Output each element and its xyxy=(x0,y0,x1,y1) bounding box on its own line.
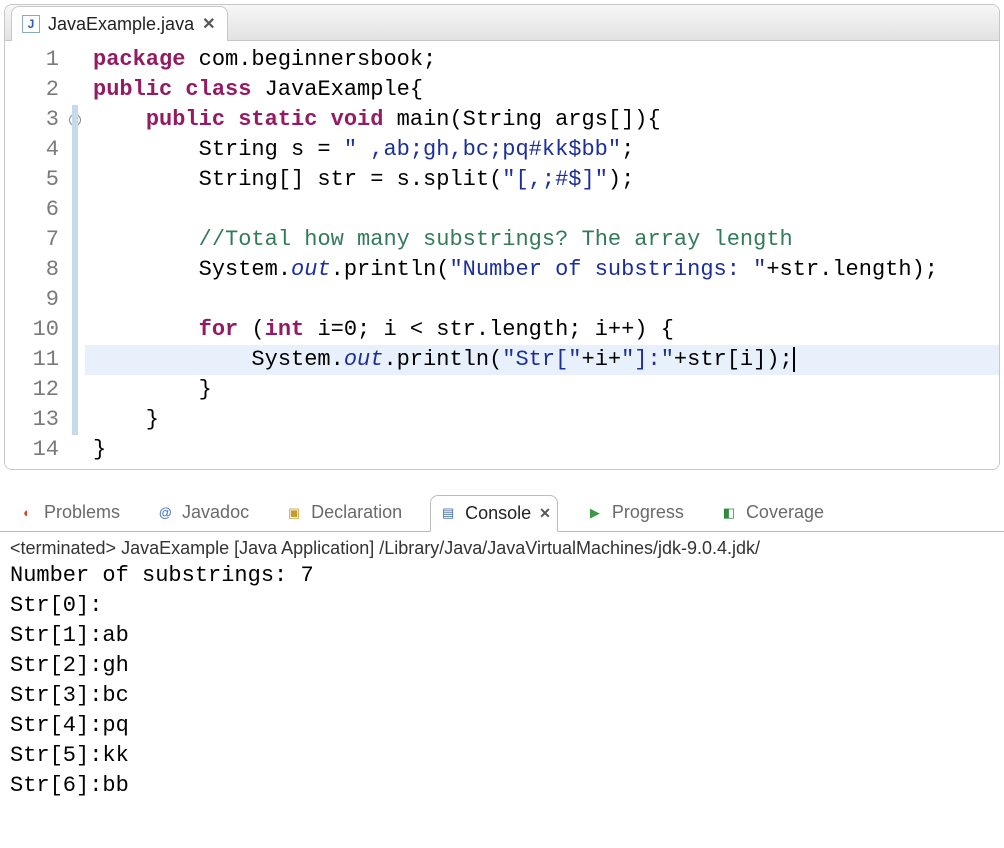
tab-console[interactable]: ▤ Console ✕ xyxy=(430,495,558,532)
code-line[interactable]: public static void main(String args[]){ xyxy=(85,105,999,135)
close-icon[interactable]: ✕ xyxy=(539,505,549,522)
tab-label: Problems xyxy=(44,502,120,523)
javadoc-icon: @ xyxy=(156,504,174,522)
editor-tab-label: JavaExample.java xyxy=(48,14,194,35)
line-number: 14 xyxy=(21,435,67,465)
line-number: 12 xyxy=(21,375,67,405)
tab-label: Javadoc xyxy=(182,502,249,523)
editor-body[interactable]: 1234567891011121314 package com.beginner… xyxy=(5,41,999,469)
line-number: 11 xyxy=(21,345,67,375)
tab-declaration[interactable]: ▣ Declaration xyxy=(277,495,410,531)
tab-progress[interactable]: ▶ Progress xyxy=(578,495,692,531)
line-number: 9 xyxy=(21,285,67,315)
tab-label: Declaration xyxy=(311,502,402,523)
java-file-icon: J xyxy=(22,15,40,33)
console-output[interactable]: Number of substrings: 7 Str[0]: Str[1]:a… xyxy=(0,561,1004,811)
progress-icon: ▶ xyxy=(586,504,604,522)
code-line[interactable]: package com.beginnersbook; xyxy=(85,45,999,75)
method-range-marker xyxy=(72,105,78,435)
line-number: 2 xyxy=(21,75,67,105)
code-line[interactable]: for (int i=0; i < str.length; i++) { xyxy=(85,315,999,345)
editor-pane: J JavaExample.java ✕ 1234567891011121314… xyxy=(4,4,1000,470)
code-line[interactable]: } xyxy=(85,435,999,465)
line-number: 5 xyxy=(21,165,67,195)
code-line[interactable]: //Total how many substrings? The array l… xyxy=(85,225,999,255)
tab-coverage[interactable]: ◧ Coverage xyxy=(712,495,832,531)
declaration-icon: ▣ xyxy=(285,504,303,522)
coverage-icon: ◧ xyxy=(720,504,738,522)
code-area[interactable]: package com.beginnersbook;public class J… xyxy=(85,41,999,469)
code-line[interactable]: } xyxy=(85,375,999,405)
tab-label: Coverage xyxy=(746,502,824,523)
annotation-ruler xyxy=(5,41,21,469)
line-number-gutter: 1234567891011121314 xyxy=(21,41,67,469)
bottom-panel: ◐ Problems @ Javadoc ▣ Declaration ▤ Con… xyxy=(0,494,1004,811)
editor-tab-bar: J JavaExample.java ✕ xyxy=(5,5,999,41)
code-line[interactable]: System.out.println("Number of substrings… xyxy=(85,255,999,285)
problems-icon: ◐ xyxy=(18,504,36,522)
code-line[interactable]: System.out.println("Str["+i+"]:"+str[i])… xyxy=(85,345,999,375)
code-line[interactable] xyxy=(85,195,999,225)
line-number: 1 xyxy=(21,45,67,75)
tab-label: Console xyxy=(465,503,531,524)
folding-ruler xyxy=(67,41,85,469)
code-line[interactable]: String s = " ,ab;gh,bc;pq#kk$bb"; xyxy=(85,135,999,165)
code-line[interactable]: } xyxy=(85,405,999,435)
line-number: 10 xyxy=(21,315,67,345)
line-number: 6 xyxy=(21,195,67,225)
line-number: 3 xyxy=(21,105,67,135)
view-tab-bar: ◐ Problems @ Javadoc ▣ Declaration ▤ Con… xyxy=(0,494,1004,532)
line-number: 4 xyxy=(21,135,67,165)
code-line[interactable] xyxy=(85,285,999,315)
tab-javadoc[interactable]: @ Javadoc xyxy=(148,495,257,531)
line-number: 7 xyxy=(21,225,67,255)
console-status: <terminated> JavaExample [Java Applicati… xyxy=(0,532,1004,561)
console-icon: ▤ xyxy=(439,504,457,522)
line-number: 13 xyxy=(21,405,67,435)
close-icon[interactable]: ✕ xyxy=(202,14,213,34)
tab-label: Progress xyxy=(612,502,684,523)
code-line[interactable]: public class JavaExample{ xyxy=(85,75,999,105)
code-line[interactable]: String[] str = s.split("[,;#$]"); xyxy=(85,165,999,195)
tab-problems[interactable]: ◐ Problems xyxy=(10,495,128,531)
line-number: 8 xyxy=(21,255,67,285)
editor-tab-javaexample[interactable]: J JavaExample.java ✕ xyxy=(11,6,228,41)
